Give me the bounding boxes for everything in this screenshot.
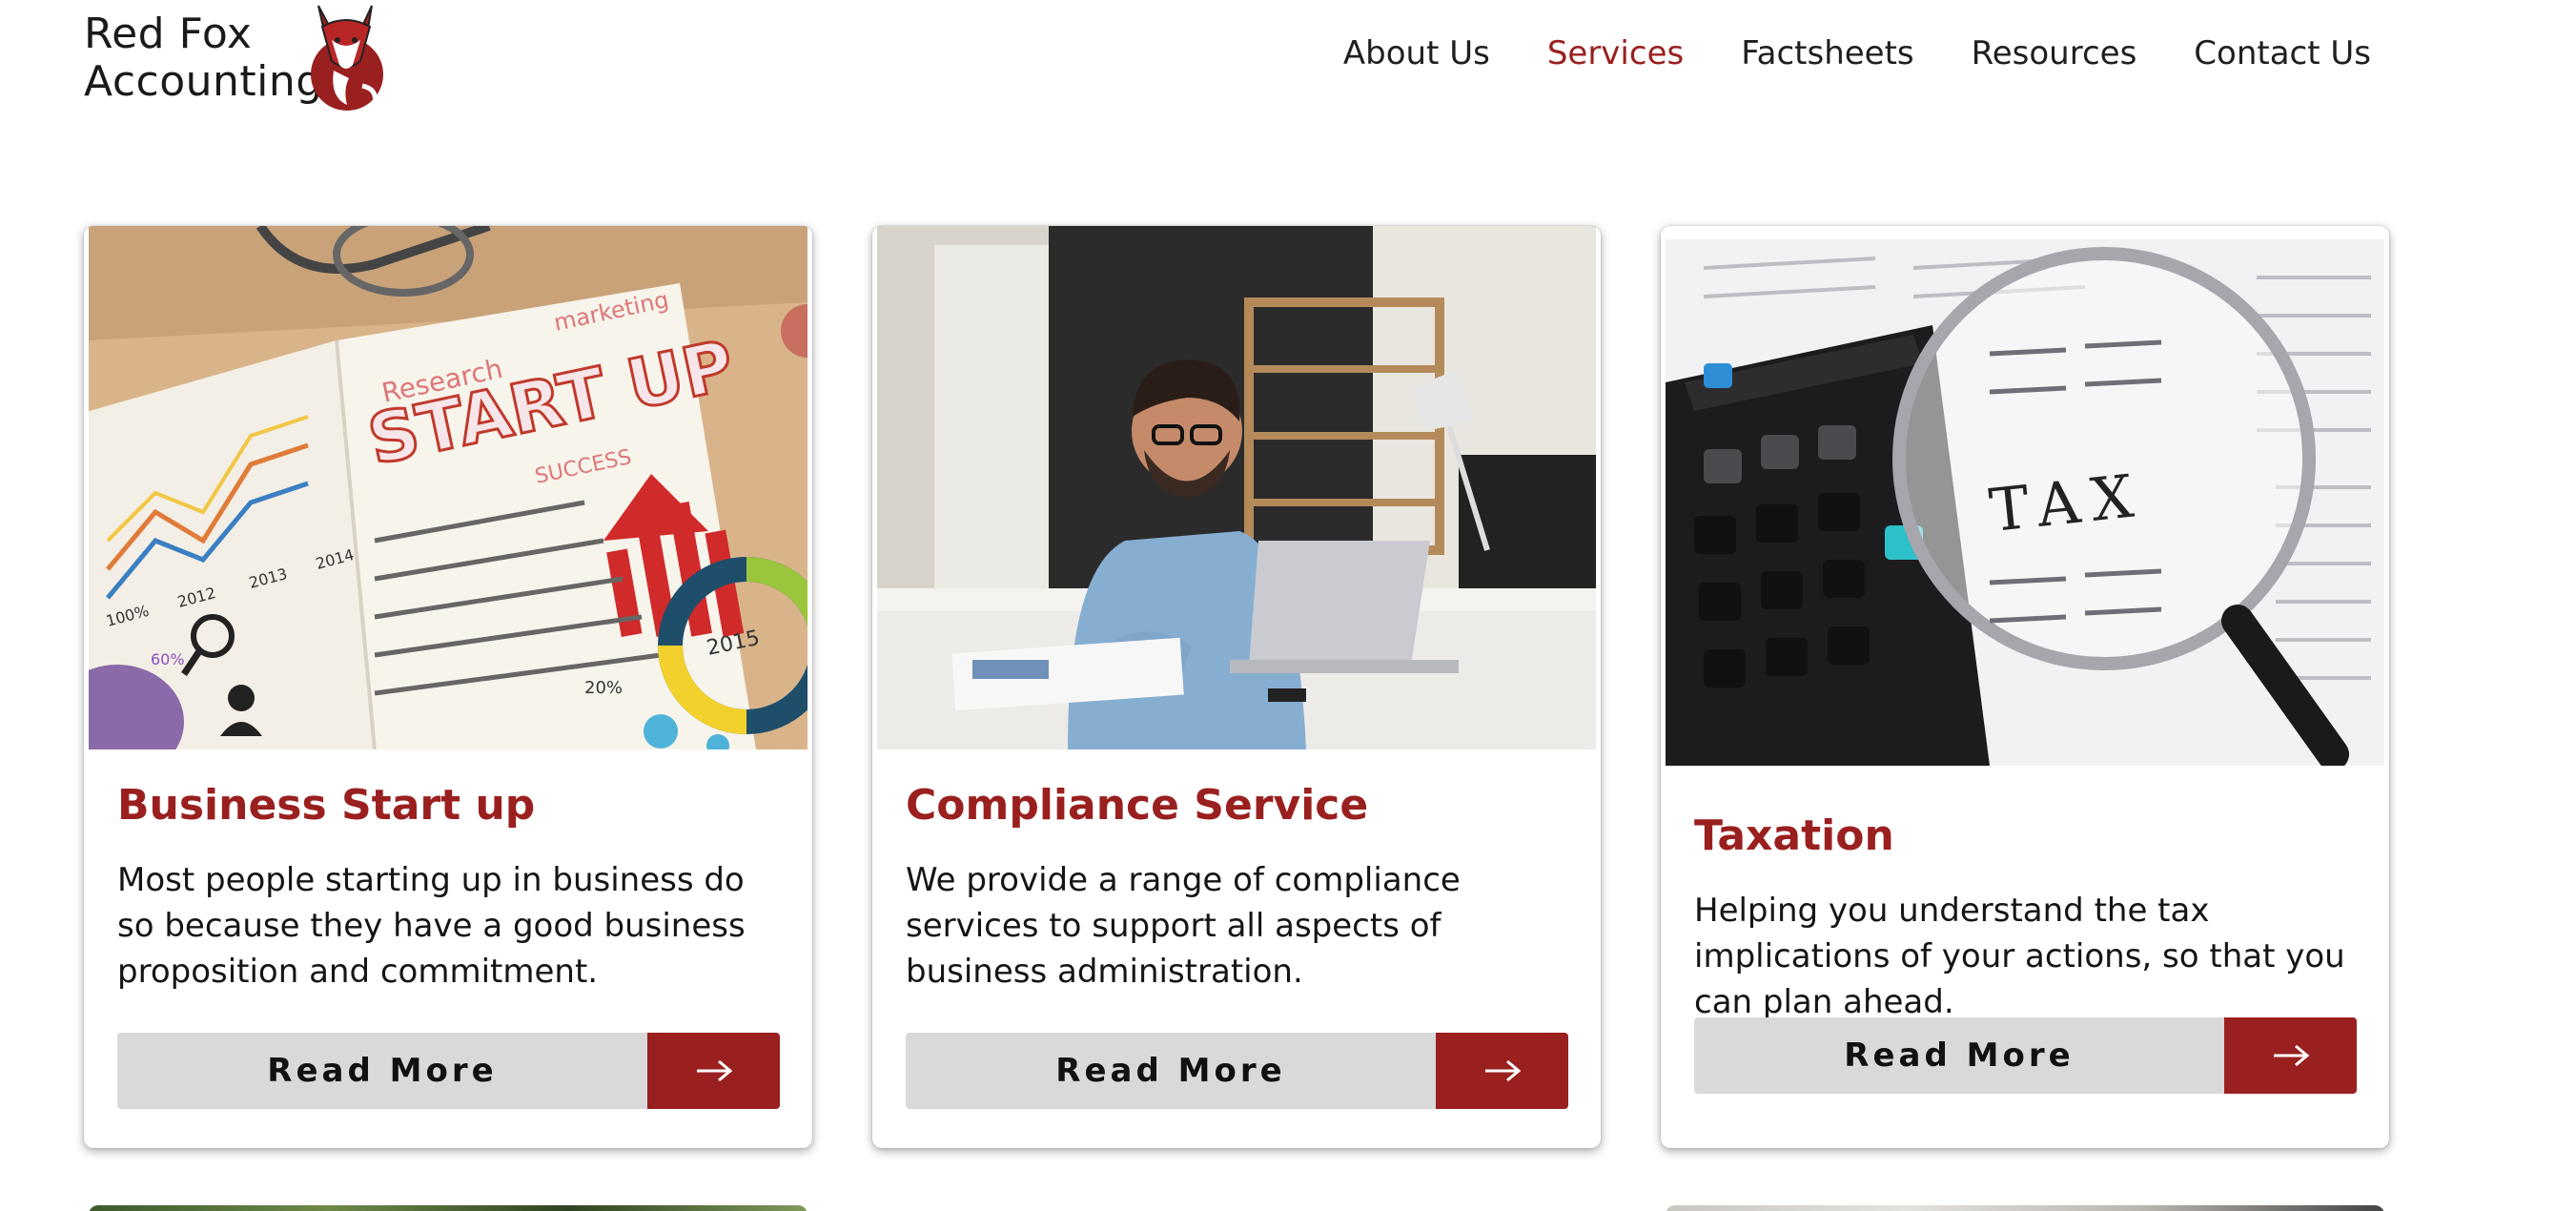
arrow-right-icon: [2224, 1017, 2357, 1094]
brand-wordmark: Red Fox Accounting: [84, 10, 323, 106]
tax-magnifier-photo: TAX: [1666, 239, 2384, 766]
percent-60-label: 60%: [151, 650, 185, 668]
card-description: Most people starting up in business do s…: [117, 861, 746, 991]
next-card-image-preview: [1666, 1205, 2384, 1211]
service-card-compliance-service: Compliance Service We provide a range of…: [872, 226, 1601, 1148]
nav-resources[interactable]: Resources: [1972, 27, 2137, 80]
startup-illustration: 100% 2012 2013 2014 Research marketing S…: [89, 226, 808, 749]
card-title: Compliance Service: [906, 781, 1369, 830]
brand-line1: Red Fox: [84, 10, 253, 58]
card-description: Helping you understand the tax implicati…: [1694, 892, 2345, 1021]
read-more-button[interactable]: Read More: [117, 1033, 780, 1109]
card-title: Taxation: [1694, 811, 1894, 860]
brand-line2: Accounting: [84, 57, 323, 106]
percent-20-label: 20%: [584, 678, 623, 698]
main-nav: About Us Services Factsheets Resources C…: [1343, 27, 2371, 80]
read-more-button[interactable]: Read More: [906, 1033, 1568, 1109]
next-card-image-preview: [89, 1205, 808, 1211]
arrow-right-icon: [647, 1033, 780, 1109]
nav-contact-us[interactable]: Contact Us: [2194, 27, 2371, 80]
card-title: Business Start up: [117, 781, 536, 830]
fox-icon: [311, 5, 383, 111]
arrow-right-icon: [1436, 1033, 1568, 1109]
read-more-label: Read More: [906, 1033, 1436, 1109]
services-page: Red Fox Accounting About Us Services Fac…: [0, 0, 2576, 1211]
read-more-label: Read More: [1694, 1017, 2224, 1094]
nav-about-us[interactable]: About Us: [1343, 27, 1490, 80]
brand-logo[interactable]: Red Fox Accounting: [84, 2, 399, 114]
nav-services[interactable]: Services: [1547, 27, 1684, 80]
man-at-desk-photo: [877, 226, 1596, 749]
read-more-label: Read More: [117, 1033, 647, 1109]
nav-factsheets[interactable]: Factsheets: [1741, 27, 1913, 80]
card-description: We provide a range of compliance service…: [906, 861, 1461, 991]
service-card-taxation: TAX Taxation Helping you understand the …: [1661, 226, 2389, 1148]
read-more-button[interactable]: Read More: [1694, 1017, 2357, 1094]
service-card-business-start-up: 100% 2012 2013 2014 Research marketing S…: [84, 226, 812, 1148]
